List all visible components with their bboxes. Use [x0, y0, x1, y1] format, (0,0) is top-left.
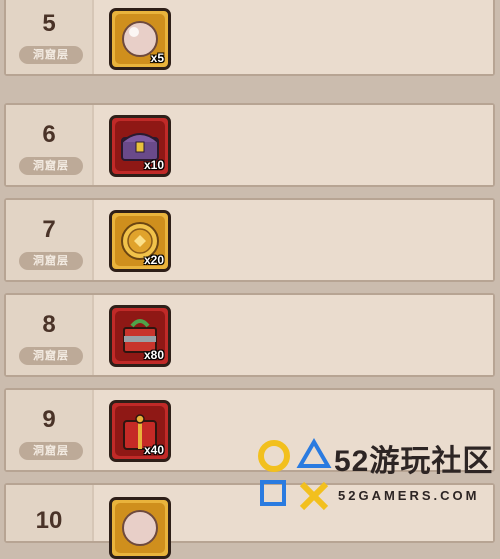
gamepad-buttons-logo	[258, 438, 332, 511]
level-type-label: 洞窟层	[19, 157, 83, 175]
reward-item[interactable]	[109, 497, 171, 559]
reward-item[interactable]: x10	[109, 115, 171, 177]
level-number: 9	[42, 406, 56, 433]
level-number: 6	[42, 121, 56, 148]
reward-item[interactable]: x20	[109, 210, 171, 272]
level-cell: 6 洞窟层	[6, 105, 92, 185]
level-type-label: 洞窟层	[19, 46, 83, 64]
item-quantity: x20	[143, 253, 164, 267]
level-number: 5	[42, 10, 56, 37]
reward-item[interactable]: x40	[109, 400, 171, 462]
site-watermark: 52游玩社区 52GAMERS.COM	[252, 432, 500, 517]
level-type-label: 洞窟层	[19, 252, 83, 270]
reward-row: 6 洞窟层 x10	[4, 103, 495, 187]
watermark-title: 52游玩社区	[334, 445, 494, 478]
item-quantity: x5	[150, 51, 164, 65]
level-cell: 10	[6, 485, 92, 541]
reward-item[interactable]: x5	[109, 8, 171, 70]
item-quantity: x80	[143, 348, 164, 362]
reward-row: 7 洞窟层 x20	[4, 198, 495, 282]
level-number: 10	[35, 507, 63, 534]
reward-row: 5 洞窟层 x5	[4, 0, 495, 76]
pearl-icon	[122, 510, 158, 546]
item-quantity: x40	[143, 443, 164, 457]
reward-item[interactable]: x80	[109, 305, 171, 367]
level-type-label: 洞窟层	[19, 347, 83, 365]
watermark-url: 52GAMERS.COM	[338, 488, 480, 503]
level-cell: 7 洞窟层	[6, 200, 92, 280]
level-cell: 8 洞窟层	[6, 295, 92, 375]
level-number: 8	[42, 311, 56, 338]
level-type-label: 洞窟层	[19, 442, 83, 460]
level-cell: 9 洞窟层	[6, 390, 92, 470]
item-quantity: x10	[143, 158, 164, 172]
level-cell: 5 洞窟层	[6, 0, 92, 74]
level-number: 7	[42, 216, 56, 243]
reward-row: 8 洞窟层 x80	[4, 293, 495, 377]
